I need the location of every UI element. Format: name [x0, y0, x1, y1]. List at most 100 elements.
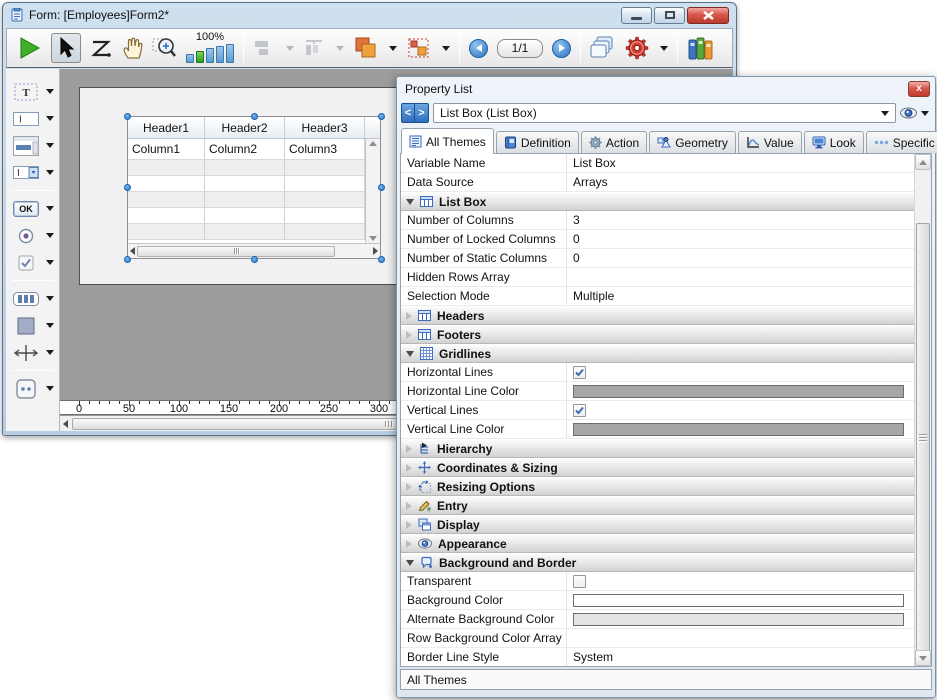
- library-button[interactable]: [687, 35, 713, 61]
- checkbox-unchecked[interactable]: [573, 575, 586, 588]
- chevron-down-icon[interactable]: [46, 206, 54, 211]
- collapse-triangle-icon[interactable]: [406, 351, 414, 357]
- property-row-transparent[interactable]: Transparent: [401, 572, 914, 591]
- group-tool-button[interactable]: [406, 36, 431, 60]
- listbox-empty-row[interactable]: [128, 160, 365, 176]
- property-value[interactable]: 0: [567, 249, 914, 267]
- chevron-down-icon[interactable]: [46, 323, 54, 328]
- palette-tool-group-box[interactable]: [11, 132, 54, 159]
- scrollbar-thumb[interactable]: [137, 246, 335, 257]
- selection-handle[interactable]: [251, 113, 258, 120]
- chevron-down-icon[interactable]: [46, 386, 54, 391]
- scroll-up-button[interactable]: [915, 154, 931, 170]
- checkbox-checked[interactable]: [573, 404, 586, 417]
- zoom-bars[interactable]: [186, 43, 234, 63]
- property-section-resizing-options[interactable]: Resizing Options: [401, 477, 914, 496]
- tab-definition[interactable]: Definition: [496, 131, 579, 153]
- property-row-number-of-locked-columns[interactable]: Number of Locked Columns0: [401, 230, 914, 249]
- scrollbar-thumb[interactable]: [916, 223, 930, 651]
- expand-triangle-icon[interactable]: [406, 483, 412, 491]
- property-row-hidden-rows-array[interactable]: Hidden Rows Array: [401, 268, 914, 287]
- tab-look[interactable]: Look: [804, 131, 864, 153]
- chevron-down-icon[interactable]: [46, 296, 54, 301]
- form-window-titlebar[interactable]: Form: [Employees]Form2*: [3, 3, 736, 27]
- page-indicator[interactable]: 1/1: [497, 39, 543, 58]
- collapse-triangle-icon[interactable]: [406, 560, 414, 566]
- chevron-down-icon[interactable]: [46, 143, 54, 148]
- property-value[interactable]: 0: [567, 230, 914, 248]
- property-value[interactable]: Multiple: [567, 287, 914, 305]
- property-row-vertical-line-color[interactable]: Vertical Line Color: [401, 420, 914, 439]
- property-section-background-and-border[interactable]: Background and Border: [401, 553, 914, 572]
- group-dropdown-icon[interactable]: [442, 46, 450, 51]
- select-tool-button[interactable]: [51, 33, 81, 63]
- layer-dropdown-icon[interactable]: [389, 46, 397, 51]
- property-section-footers[interactable]: Footers: [401, 325, 914, 344]
- chevron-down-icon[interactable]: [46, 233, 54, 238]
- tab-value[interactable]: Value: [738, 131, 802, 153]
- expand-triangle-icon[interactable]: [406, 445, 412, 453]
- zoom-tool-button[interactable]: [152, 36, 177, 60]
- color-swatch[interactable]: [573, 423, 904, 436]
- listbox-header-header2[interactable]: Header2: [205, 117, 285, 138]
- property-value[interactable]: Arrays: [567, 173, 914, 191]
- property-row-horizontal-line-color[interactable]: Horizontal Line Color: [401, 382, 914, 401]
- zoom-bar-1[interactable]: [186, 54, 194, 63]
- property-row-row-background-color-array[interactable]: Row Background Color Array: [401, 629, 914, 648]
- close-button[interactable]: [687, 7, 729, 24]
- color-swatch[interactable]: [573, 613, 904, 626]
- preview-button[interactable]: [900, 107, 931, 119]
- selection-handle[interactable]: [124, 113, 131, 120]
- chevron-down-icon[interactable]: [46, 260, 54, 265]
- checkbox-checked[interactable]: [573, 366, 586, 379]
- property-row-selection-mode[interactable]: Selection ModeMultiple: [401, 287, 914, 306]
- selection-handle[interactable]: [124, 256, 131, 263]
- entry-order-tool-button[interactable]: [90, 37, 112, 59]
- scroll-left-icon[interactable]: [63, 420, 68, 428]
- listbox-header-row[interactable]: Header1Header2Header3: [128, 117, 380, 139]
- zoom-level-control[interactable]: 100%: [186, 32, 234, 63]
- listbox-header-header3[interactable]: Header3: [285, 117, 365, 138]
- listbox-empty-row[interactable]: [128, 176, 365, 192]
- settings-dropdown-icon[interactable]: [660, 46, 668, 51]
- expand-triangle-icon[interactable]: [406, 521, 412, 529]
- property-list-titlebar[interactable]: Property List x: [400, 77, 932, 100]
- palette-tool-combo-box[interactable]: I: [11, 159, 54, 186]
- scroll-right-icon[interactable]: [373, 247, 378, 255]
- palette-tool-check-box[interactable]: [11, 249, 54, 276]
- expand-triangle-icon[interactable]: [406, 331, 412, 339]
- palette-tool-text[interactable]: T: [11, 78, 54, 105]
- property-row-variable-name[interactable]: Variable NameList Box: [401, 154, 914, 173]
- chevron-down-icon[interactable]: [46, 350, 54, 355]
- pan-tool-button[interactable]: [121, 36, 143, 60]
- scroll-up-icon[interactable]: [369, 141, 377, 146]
- selection-handle[interactable]: [378, 113, 385, 120]
- property-grid-scrollbar[interactable]: [914, 154, 931, 666]
- property-row-data-source[interactable]: Data SourceArrays: [401, 173, 914, 192]
- property-section-list-box[interactable]: List Box: [401, 192, 914, 211]
- property-value[interactable]: [567, 629, 914, 647]
- listbox-row-1[interactable]: Column1Column2Column3: [128, 139, 365, 160]
- palette-tool-input[interactable]: I: [11, 105, 54, 132]
- selection-handle[interactable]: [378, 184, 385, 191]
- minimize-button[interactable]: [621, 7, 652, 24]
- selection-handle[interactable]: [378, 256, 385, 263]
- property-row-number-of-columns[interactable]: Number of Columns3: [401, 211, 914, 230]
- selection-handle[interactable]: [251, 256, 258, 263]
- listbox-rows[interactable]: Column1Column2Column3: [128, 139, 365, 243]
- chevron-down-icon[interactable]: [46, 89, 54, 94]
- palette-tool-rectangle[interactable]: [11, 312, 54, 339]
- palette-tool-button[interactable]: OK: [11, 195, 54, 222]
- expand-triangle-icon[interactable]: [406, 312, 412, 320]
- property-section-display[interactable]: Display: [401, 515, 914, 534]
- previous-page-button[interactable]: [469, 39, 488, 58]
- selection-handle[interactable]: [124, 184, 131, 191]
- property-row-number-of-static-columns[interactable]: Number of Static Columns0: [401, 249, 914, 268]
- palette-tool-list-box[interactable]: [11, 285, 54, 312]
- property-section-coordinates-sizing[interactable]: Coordinates & Sizing: [401, 458, 914, 477]
- color-swatch[interactable]: [573, 594, 904, 607]
- zoom-bar-3[interactable]: [206, 48, 214, 63]
- listbox-empty-row[interactable]: [128, 224, 365, 240]
- settings-button[interactable]: [625, 36, 649, 60]
- property-section-gridlines[interactable]: Gridlines: [401, 344, 914, 363]
